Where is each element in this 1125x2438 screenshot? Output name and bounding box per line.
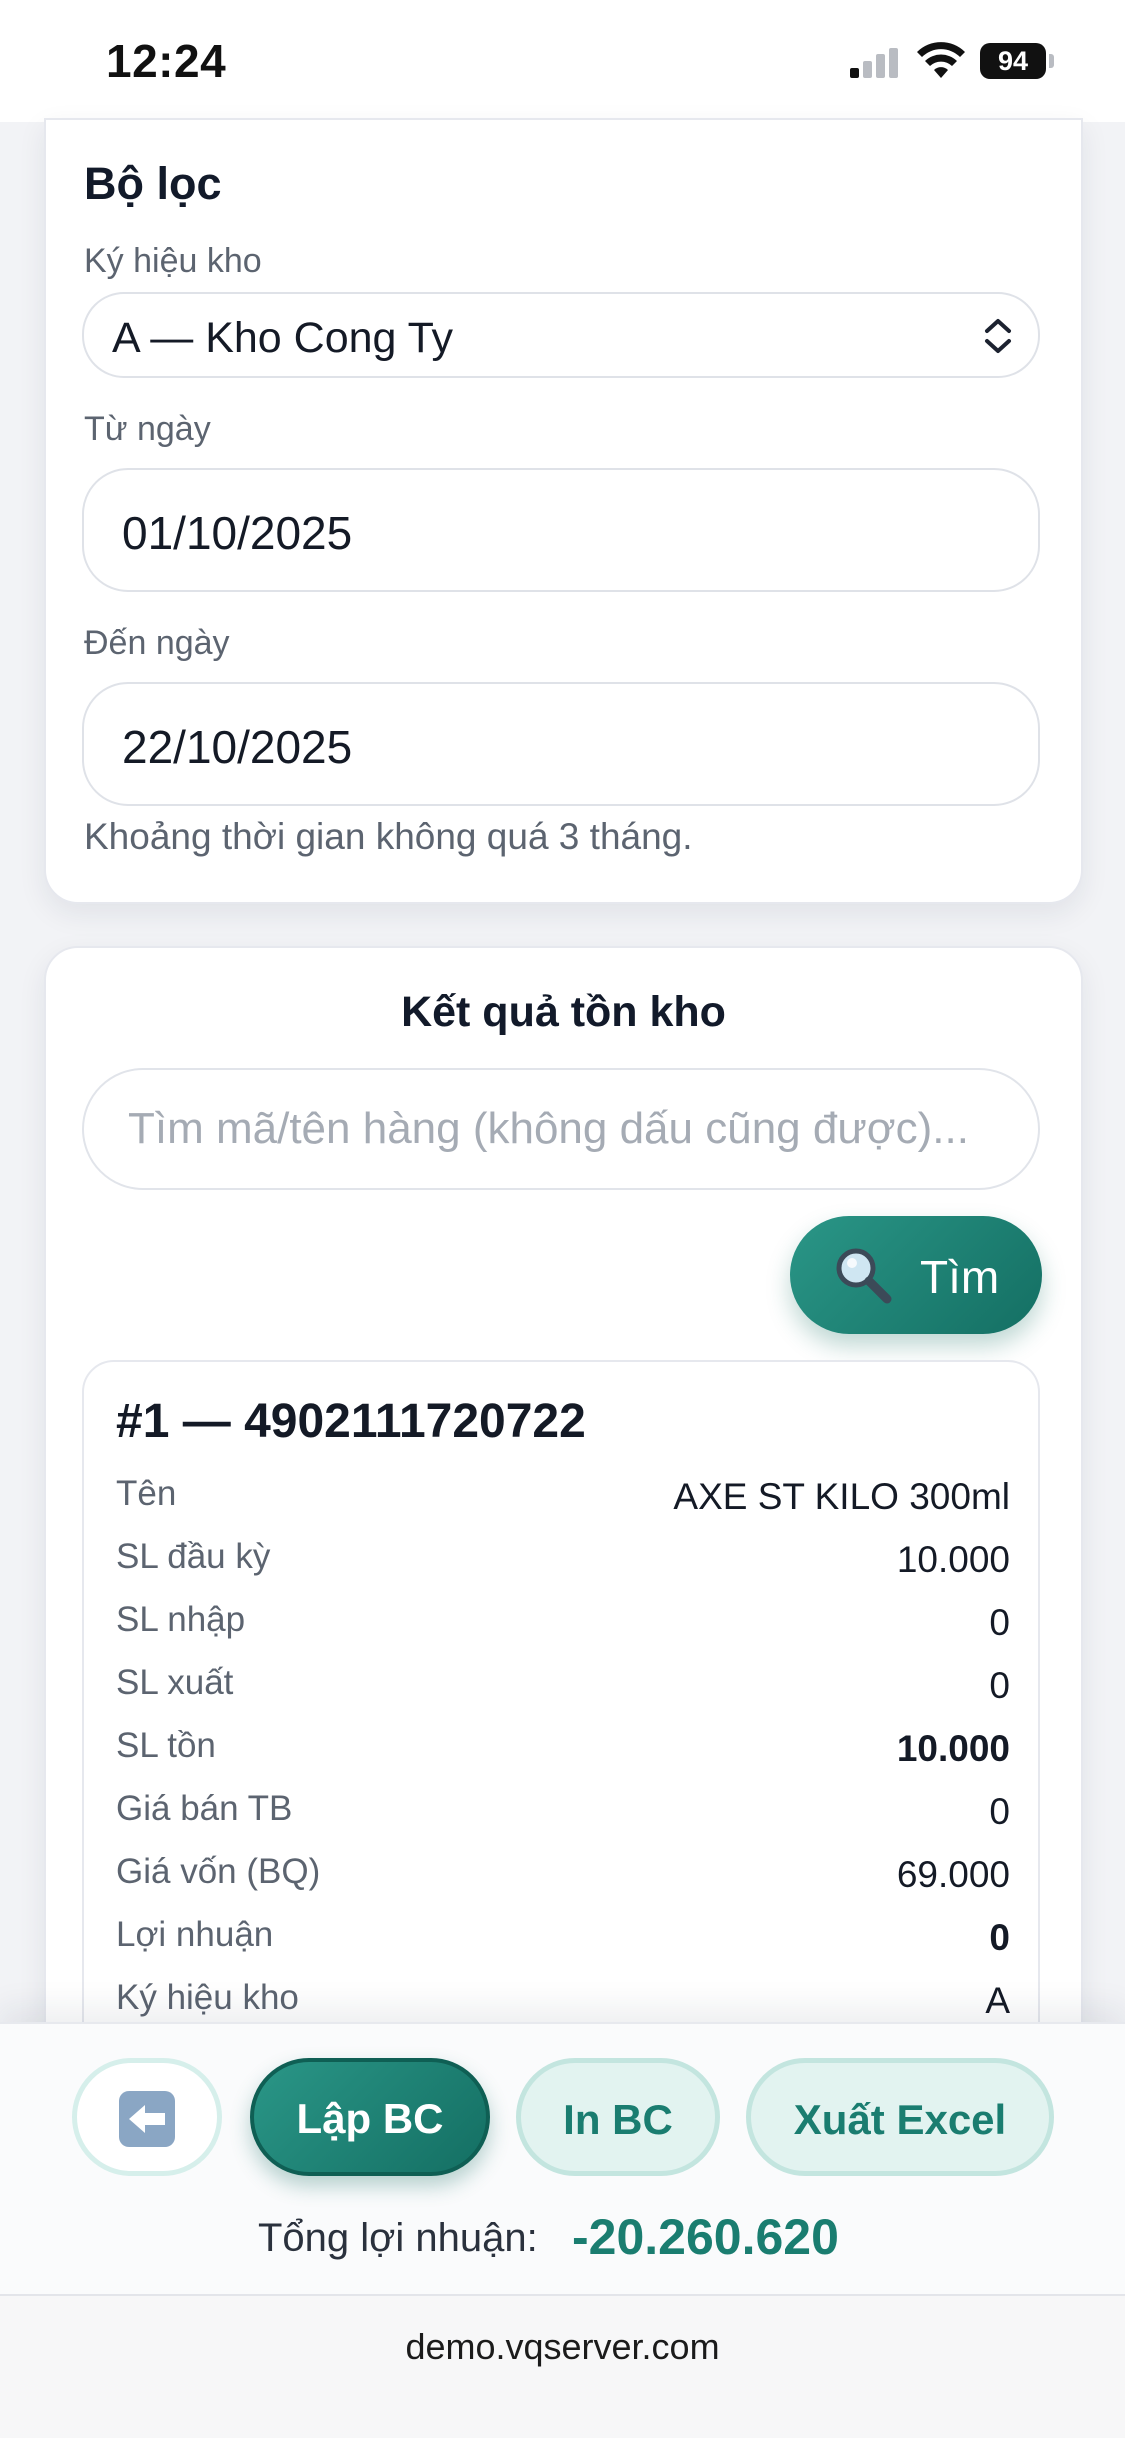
item-row-import-qty: SL nhập 0 xyxy=(116,1600,1010,1652)
filter-title: Bộ lọc xyxy=(84,158,222,209)
from-date-field[interactable]: 01/10/2025 xyxy=(82,468,1040,592)
filter-card: Bộ lọc Ký hiệu kho A — Kho Cong Ty Từ ng… xyxy=(44,118,1083,904)
search-input[interactable] xyxy=(82,1068,1040,1190)
item-row-stock-qty: SL tồn 10.000 xyxy=(116,1726,1010,1778)
item-row-value: 69.000 xyxy=(896,1854,1010,1895)
date-range-hint: Khoảng thời gian không quá 3 tháng. xyxy=(84,816,693,857)
search-button-label: Tìm xyxy=(920,1251,1000,1303)
item-row-value: 0 xyxy=(989,1602,1010,1643)
inventory-item-card: #1 — 4902111720722 Tên AXE ST KILO 300ml… xyxy=(82,1360,1040,2060)
search-button[interactable]: Tìm xyxy=(790,1216,1042,1334)
from-date-value: 01/10/2025 xyxy=(122,507,353,559)
url-text: demo.vqserver.com xyxy=(405,2326,720,2367)
cellular-signal-icon xyxy=(850,48,902,78)
item-row-label: Giá vốn (BQ) xyxy=(116,1852,321,1891)
search-icon xyxy=(836,1248,892,1304)
warehouse-label: Ký hiệu kho xyxy=(84,242,262,280)
item-row-label: Lợi nhuận xyxy=(116,1915,274,1954)
back-button[interactable] xyxy=(72,2058,222,2176)
item-row-cost-price: Giá vốn (BQ) 69.000 xyxy=(116,1852,1010,1904)
status-bar: 12:24 94 xyxy=(0,0,1125,122)
to-date-value: 22/10/2025 xyxy=(122,721,353,773)
item-row-profit: Lợi nhuận 0 xyxy=(116,1915,1010,1967)
wifi-icon xyxy=(917,42,965,78)
result-title: Kết quả tồn kho xyxy=(401,988,726,1036)
item-row-label: SL tồn xyxy=(116,1726,216,1765)
back-arrow-icon xyxy=(119,2091,175,2147)
item-row-value: 10.000 xyxy=(896,1539,1010,1580)
total-profit-value: -20.260.620 xyxy=(572,2209,839,2265)
item-row-value: A xyxy=(985,1980,1010,2021)
item-header: #1 — 4902111720722 xyxy=(116,1395,586,1448)
item-row-label: SL xuất xyxy=(116,1663,234,1702)
bottom-action-bar: Lập BC In BC Xuất Excel Tổng lợi nhuận: … xyxy=(0,2022,1125,2294)
to-date-label: Đến ngày xyxy=(84,624,230,662)
to-date-field[interactable]: 22/10/2025 xyxy=(82,682,1040,806)
item-row-label: Giá bán TB xyxy=(116,1789,293,1828)
item-row-value: AXE ST KILO 300ml xyxy=(673,1476,1010,1517)
result-card: Kết quả tồn kho Tìm #1 — 4902111720722 T… xyxy=(44,946,1083,2070)
battery-icon: 94 xyxy=(980,43,1046,79)
item-row-export-qty: SL xuất 0 xyxy=(116,1663,1010,1715)
item-row-label: Ký hiệu kho xyxy=(116,1978,299,2017)
item-row-value: 0 xyxy=(989,1791,1010,1832)
warehouse-select-value: A — Kho Cong Ty xyxy=(112,314,454,362)
item-row-value: 10.000 xyxy=(896,1728,1010,1769)
total-profit-label: Tổng lợi nhuận: xyxy=(258,2216,538,2260)
item-row-value: 0 xyxy=(989,1665,1010,1706)
item-row-value: 0 xyxy=(989,1917,1010,1958)
item-row-avg-sale-price: Giá bán TB 0 xyxy=(116,1789,1010,1841)
item-row-label: SL nhập xyxy=(116,1600,246,1639)
warehouse-select[interactable]: A — Kho Cong Ty xyxy=(82,292,1040,378)
create-report-button[interactable]: Lập BC xyxy=(250,2058,490,2176)
status-time: 12:24 xyxy=(106,35,227,87)
export-excel-button[interactable]: Xuất Excel xyxy=(746,2058,1054,2176)
item-row-opening-qty: SL đầu kỳ 10.000 xyxy=(116,1537,1010,1589)
from-date-label: Từ ngày xyxy=(84,410,211,448)
print-report-button[interactable]: In BC xyxy=(516,2058,720,2176)
item-row-label: SL đầu kỳ xyxy=(116,1537,271,1576)
item-row-name: Tên AXE ST KILO 300ml xyxy=(116,1474,1010,1526)
item-row-label: Tên xyxy=(116,1474,177,1513)
select-chevron-icon xyxy=(985,319,1011,353)
battery-tip xyxy=(1049,54,1054,68)
browser-url-bar[interactable]: demo.vqserver.com xyxy=(0,2294,1125,2438)
